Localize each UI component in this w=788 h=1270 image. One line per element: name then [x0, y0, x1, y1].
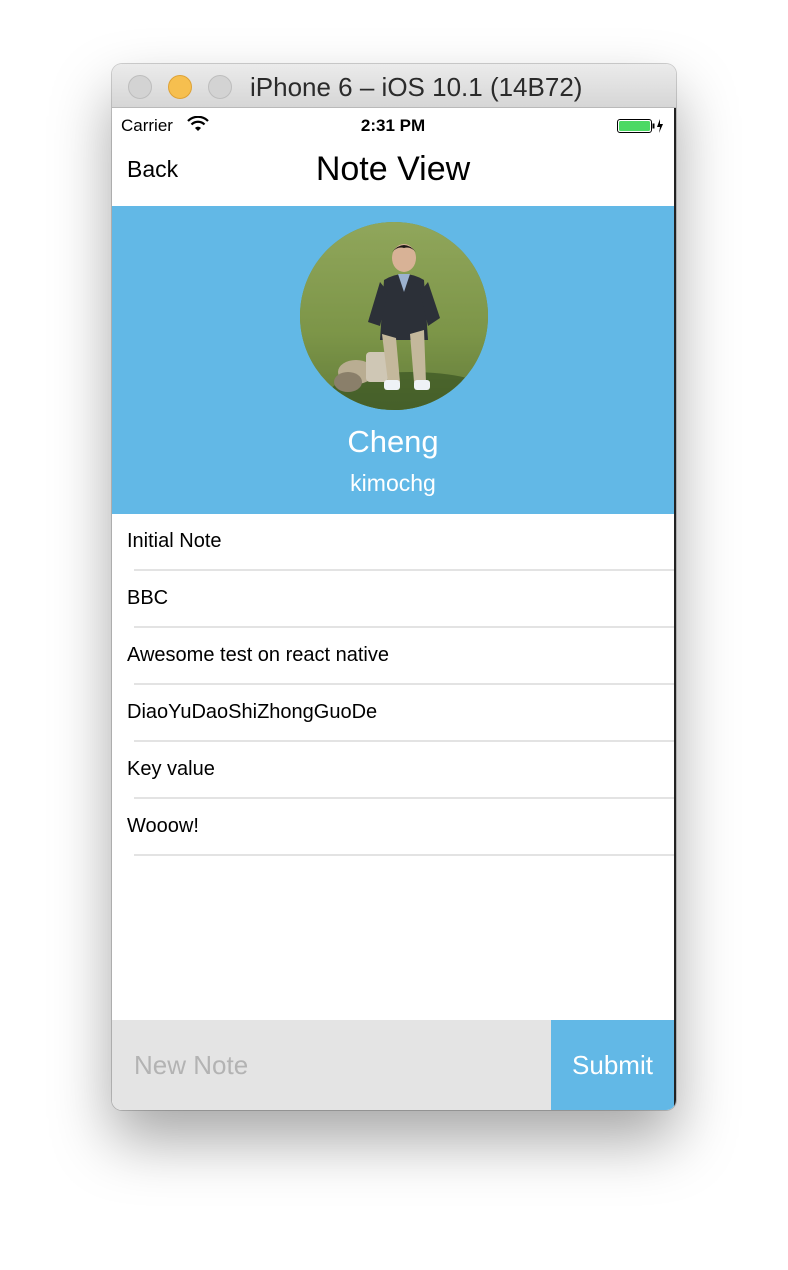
- window-titlebar: iPhone 6 – iOS 10.1 (14B72): [112, 64, 676, 108]
- minimize-window-button[interactable]: [168, 75, 192, 99]
- list-item[interactable]: Awesome test on react native: [112, 628, 674, 685]
- close-window-button[interactable]: [128, 75, 152, 99]
- avatar: [300, 222, 488, 410]
- simulator-window: iPhone 6 – iOS 10.1 (14B72) Carrier 2:31…: [112, 64, 676, 1110]
- status-time: 2:31 PM: [360, 116, 426, 135]
- notes-list: Initial Note BBC Awesome test on react n…: [112, 514, 674, 856]
- row-divider: [134, 854, 674, 856]
- list-item[interactable]: DiaoYuDaoShiZhongGuoDe: [112, 685, 674, 742]
- avatar-photo: [300, 222, 488, 410]
- profile-name: Cheng: [347, 424, 439, 459]
- list-item[interactable]: Wooow!: [112, 799, 674, 856]
- note-text: Key value: [127, 758, 215, 780]
- zoom-window-button[interactable]: [208, 75, 232, 99]
- list-item[interactable]: Key value: [112, 742, 674, 799]
- note-text: Awesome test on react native: [127, 644, 389, 666]
- note-text: BBC: [127, 587, 169, 609]
- charging-bolt-icon: [657, 119, 663, 133]
- list-item[interactable]: BBC: [112, 571, 674, 628]
- list-item[interactable]: Initial Note: [112, 514, 674, 571]
- new-note-input[interactable]: [112, 1020, 551, 1110]
- battery-icon: [617, 119, 663, 133]
- status-bar: Carrier 2:31 PM: [112, 108, 674, 144]
- profile-username: kimochg: [350, 470, 436, 496]
- battery-fill: [619, 121, 650, 131]
- note-text: Initial Note: [127, 530, 222, 552]
- profile-header: Cheng kimochg: [112, 206, 674, 514]
- window-title: iPhone 6 – iOS 10.1 (14B72): [250, 72, 583, 102]
- nav-title: Note View: [315, 150, 471, 188]
- device-screen: Carrier 2:31 PM Back Note View Cheng kim…: [112, 108, 676, 1110]
- note-text: Wooow!: [127, 815, 199, 837]
- submit-button[interactable]: Submit: [551, 1020, 674, 1110]
- note-composer: Submit: [112, 1020, 674, 1110]
- navigation-bar: Back Note View: [112, 144, 674, 206]
- note-text: DiaoYuDaoShiZhongGuoDe: [127, 701, 378, 723]
